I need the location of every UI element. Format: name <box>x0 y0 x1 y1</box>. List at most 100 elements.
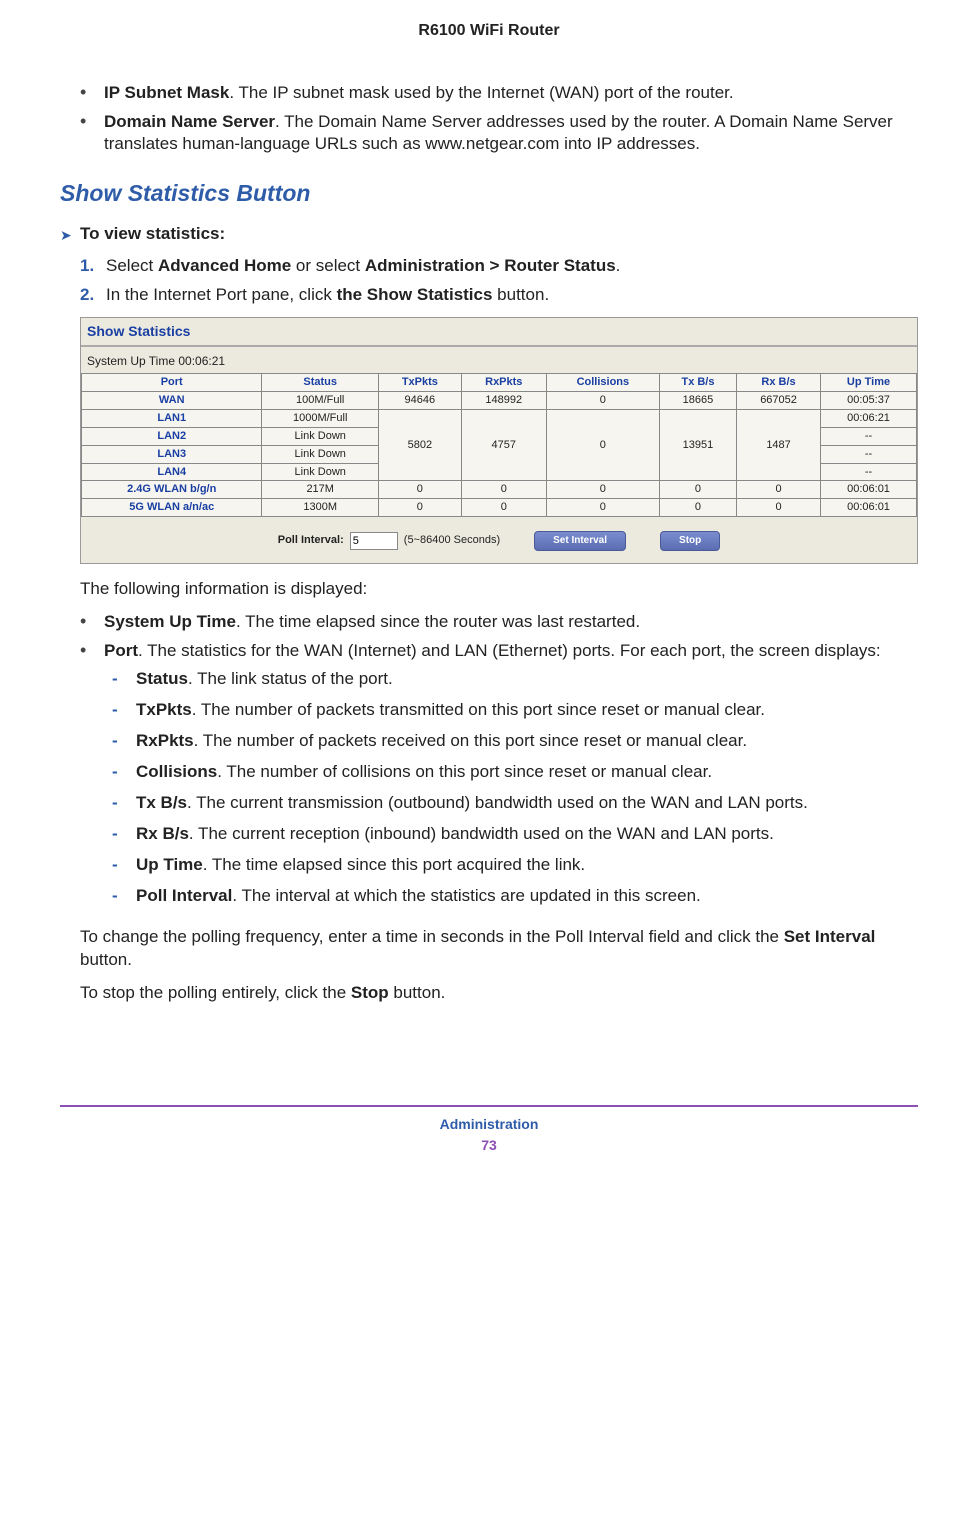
system-up-time-label: System Up Time 00:06:21 <box>81 347 917 373</box>
table-row: LAN1 1000M/Full 5802 4757 0 13951 1487 0… <box>82 410 917 428</box>
cell: 100M/Full <box>262 392 379 410</box>
intro-bullet-list: IP Subnet Mask. The IP subnet mask used … <box>60 82 918 157</box>
footer-divider <box>60 1105 918 1107</box>
bold: Administration > Router Status <box>365 256 616 275</box>
sub-item: Status. The link status of the port. <box>104 668 918 691</box>
term: Rx B/s <box>136 824 189 843</box>
cell: 1300M <box>262 499 379 517</box>
page-footer: Administration 73 <box>60 1115 918 1155</box>
paragraph-set-interval: To change the polling frequency, enter a… <box>80 926 918 972</box>
text: button. <box>80 950 132 969</box>
cell: 0 <box>546 481 659 499</box>
cell: -- <box>821 427 917 445</box>
list-item: Domain Name Server. The Domain Name Serv… <box>60 111 918 157</box>
term: Port <box>104 641 138 660</box>
list-item: System Up Time. The time elapsed since t… <box>60 611 918 634</box>
footer-section-title: Administration <box>60 1115 918 1134</box>
desc: . The interval at which the statistics a… <box>232 886 700 905</box>
procedure-row: ➤ To view statistics: <box>60 223 918 247</box>
desc: . The current reception (inbound) bandwi… <box>189 824 774 843</box>
cell: 0 <box>737 499 821 517</box>
cell: 0 <box>659 499 736 517</box>
cell: 0 <box>659 481 736 499</box>
info-bullet-list: System Up Time . The time elapsed since t… <box>60 611 918 908</box>
desc: . The link status of the port. <box>188 669 393 688</box>
desc: . The time elapsed since this port acqui… <box>203 855 585 874</box>
text: button. <box>389 983 446 1002</box>
cell: 0 <box>378 481 461 499</box>
cell: 0 <box>461 481 546 499</box>
col-txpkts: TxPkts <box>378 374 461 392</box>
cell: 0 <box>378 499 461 517</box>
list-item: Port. The statistics for the WAN (Intern… <box>60 640 918 908</box>
col-status: Status <box>262 374 379 392</box>
bold: Set Interval <box>784 927 876 946</box>
cell-port: WAN <box>82 392 262 410</box>
cell: Link Down <box>262 463 379 481</box>
cell: 00:06:01 <box>821 481 917 499</box>
document-header-title: R6100 WiFi Router <box>60 0 918 82</box>
sub-item: Up Time. The time elapsed since this por… <box>104 854 918 877</box>
term: Tx B/s <box>136 793 187 812</box>
term: Status <box>136 669 188 688</box>
sub-list: Status. The link status of the port. TxP… <box>104 668 918 908</box>
term: Collisions <box>136 762 217 781</box>
poll-interval-input[interactable] <box>350 532 398 550</box>
paragraph-following-info: The following information is displayed: <box>80 578 918 601</box>
step-item: Select Advanced Home or select Administr… <box>60 255 918 278</box>
cell: -- <box>821 445 917 463</box>
section-heading: Show Statistics Button <box>60 178 918 209</box>
cell: 1487 <box>737 410 821 481</box>
term: IP Subnet Mask <box>104 83 229 102</box>
sub-item: Poll Interval. The interval at which the… <box>104 885 918 908</box>
bold: the Show Statistics <box>337 285 493 304</box>
chevron-right-icon: ➤ <box>60 223 80 247</box>
sub-item: Rx B/s. The current reception (inbound) … <box>104 823 918 846</box>
term: Domain Name Server <box>104 112 275 131</box>
desc: . The number of packets transmitted on t… <box>192 700 765 719</box>
table-row: 2.4G WLAN b/g/n 217M 0 0 0 0 0 00:06:01 <box>82 481 917 499</box>
cell-port: LAN4 <box>82 463 262 481</box>
cell: 00:06:21 <box>821 410 917 428</box>
poll-hint: (5~86400 Seconds) <box>404 533 500 548</box>
set-interval-button[interactable]: Set Interval <box>534 531 626 551</box>
cell: 148992 <box>461 392 546 410</box>
text: button. <box>492 285 549 304</box>
bold: Advanced Home <box>158 256 291 275</box>
cell: 0 <box>737 481 821 499</box>
cell: 00:05:37 <box>821 392 917 410</box>
poll-interval-label: Poll Interval: <box>278 533 344 548</box>
term: System Up Time <box>104 612 236 631</box>
screenshot-panel: Show Statistics System Up Time 00:06:21 … <box>80 317 918 563</box>
cell: 667052 <box>737 392 821 410</box>
statistics-table: Port Status TxPkts RxPkts Collisions Tx … <box>81 373 917 517</box>
cell: 1000M/Full <box>262 410 379 428</box>
cell: Link Down <box>262 445 379 463</box>
cell: 18665 <box>659 392 736 410</box>
col-port: Port <box>82 374 262 392</box>
cell: 0 <box>461 499 546 517</box>
text: or select <box>291 256 365 275</box>
bold: Stop <box>351 983 389 1002</box>
poll-controls: Poll Interval: (5~86400 Seconds) Set Int… <box>81 517 917 563</box>
table-row: WAN 100M/Full 94646 148992 0 18665 66705… <box>82 392 917 410</box>
cell-port: 2.4G WLAN b/g/n <box>82 481 262 499</box>
stop-button[interactable]: Stop <box>660 531 720 551</box>
cell: 13951 <box>659 410 736 481</box>
cell: -- <box>821 463 917 481</box>
cell: 0 <box>546 392 659 410</box>
text: To change the polling frequency, enter a… <box>80 927 784 946</box>
sub-item: Collisions. The number of collisions on … <box>104 761 918 784</box>
text: In the Internet Port pane, click <box>106 285 337 304</box>
desc: . The IP subnet mask used by the Interne… <box>229 83 733 102</box>
cell: 00:06:01 <box>821 499 917 517</box>
cell: 0 <box>546 499 659 517</box>
sub-item: TxPkts. The number of packets transmitte… <box>104 699 918 722</box>
col-rxbs: Rx B/s <box>737 374 821 392</box>
term: RxPkts <box>136 731 194 750</box>
cell-port: LAN3 <box>82 445 262 463</box>
term: Up Time <box>136 855 203 874</box>
procedure-title: To view statistics: <box>80 223 225 246</box>
footer-page-number: 73 <box>60 1136 918 1155</box>
panel-title: Show Statistics <box>81 318 917 346</box>
